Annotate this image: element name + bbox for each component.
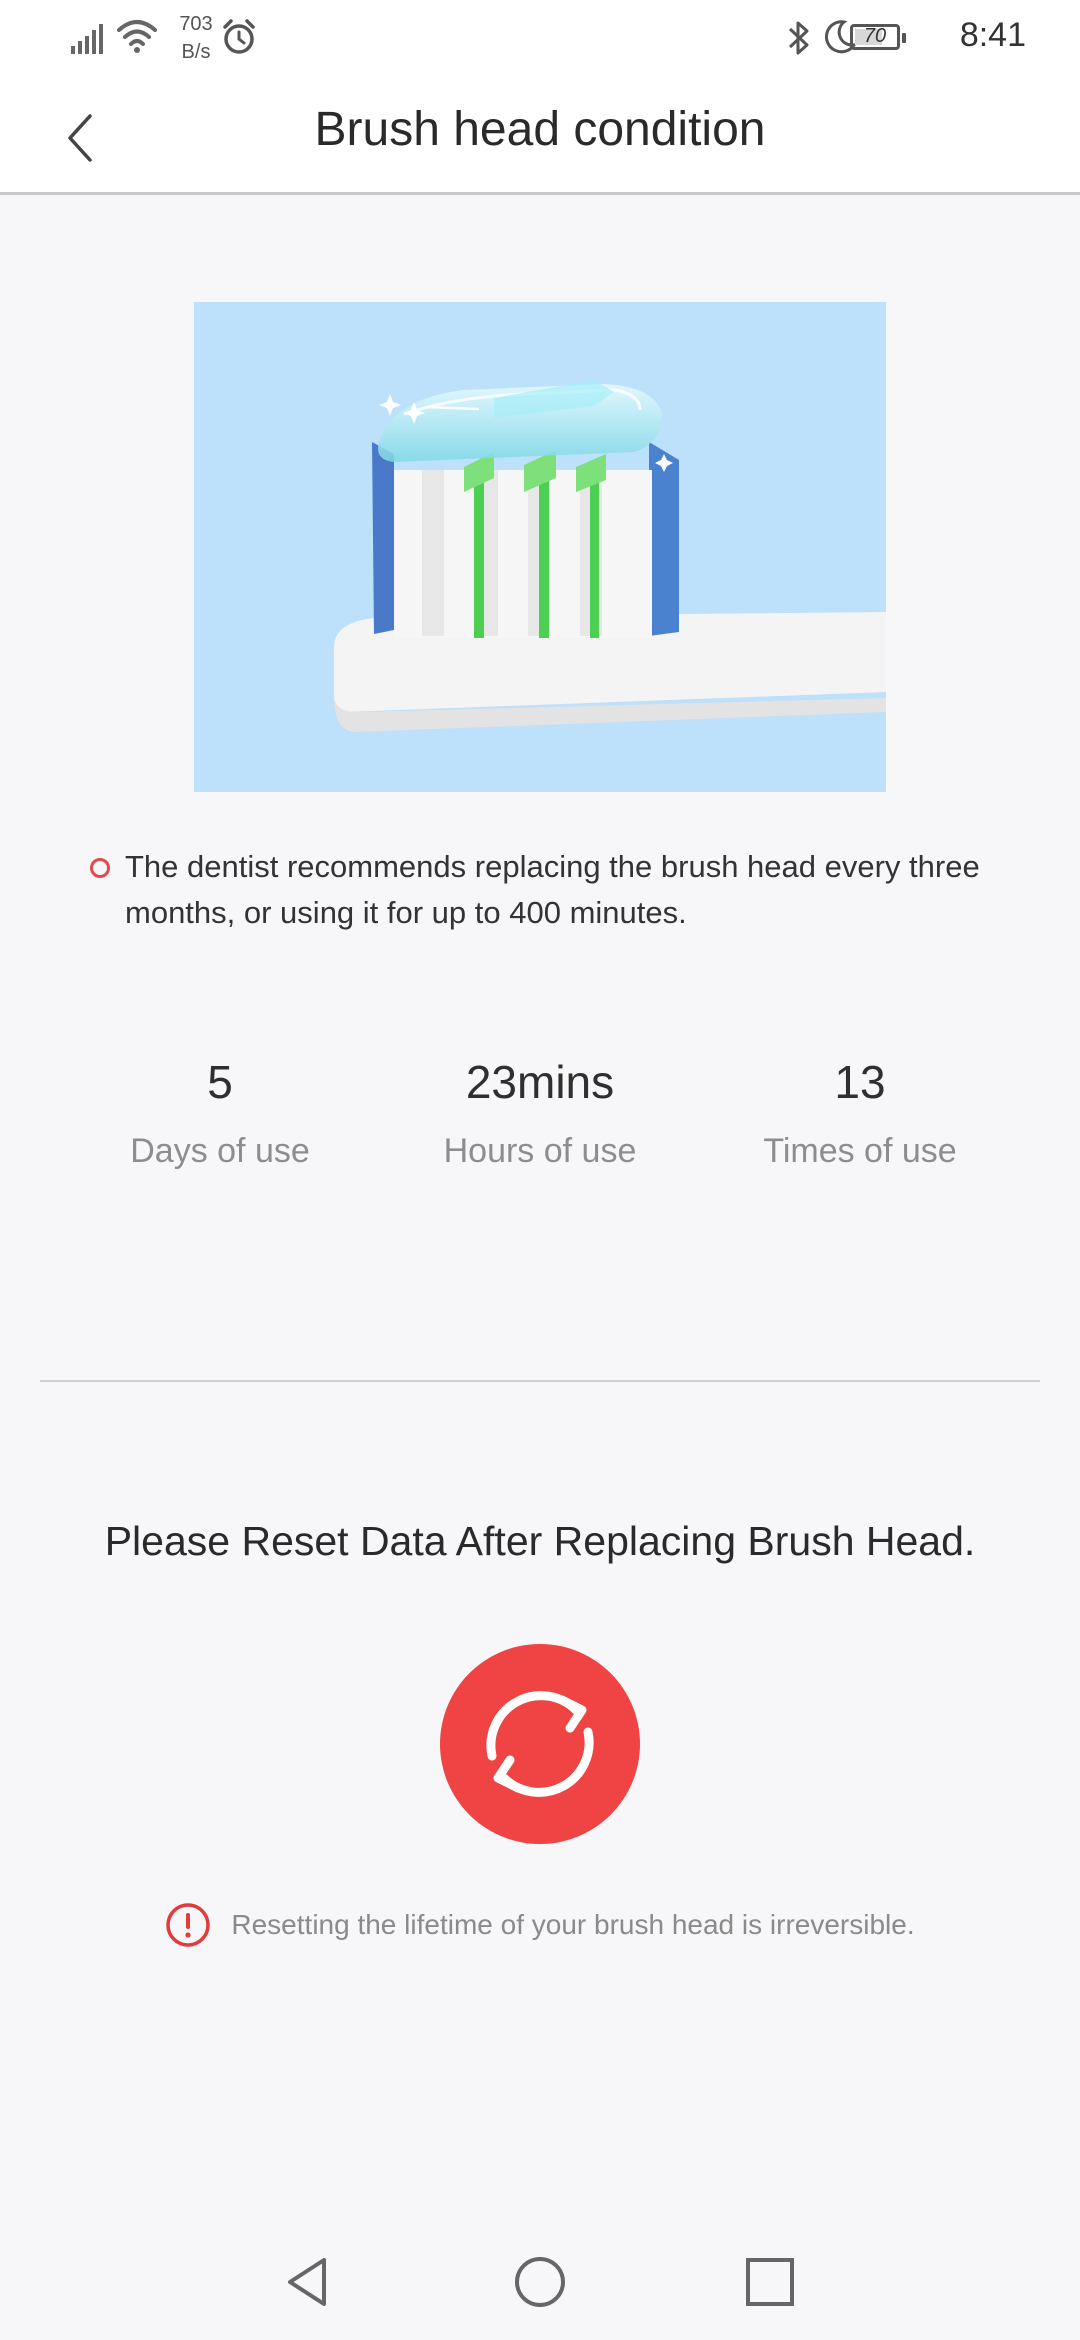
status-time: 8:41 [959, 16, 1026, 54]
app-header: Brush head condition [0, 80, 1080, 195]
page-title: Brush head condition [314, 103, 766, 156]
refresh-icon [486, 1691, 594, 1797]
network-speed-value: 703 [179, 13, 213, 35]
stat-hours-of-use: 23mins Hours of use [380, 1052, 700, 1172]
nav-recents-button[interactable] [738, 2250, 802, 2314]
triangle-back-icon [288, 2258, 326, 2306]
bullet-circle-icon [90, 858, 110, 878]
wifi-icon [117, 20, 157, 53]
stat-label: Days of use [130, 1132, 310, 1170]
square-recents-icon [746, 2258, 794, 2306]
toothbrush-image [334, 380, 886, 732]
warning-row: Resetting the lifetime of your brush hea… [165, 1902, 915, 1948]
usage-stats: 5 Days of use 23mins Hours of use 13 Tim… [0, 1052, 1080, 1202]
stat-label: Times of use [763, 1132, 957, 1170]
network-speed-unit: B/s [181, 41, 211, 63]
irreversible-warning: Resetting the lifetime of your brush hea… [0, 1902, 1080, 1952]
section-divider [40, 1380, 1040, 1382]
alarm-clock-icon [223, 19, 255, 54]
reset-instruction: Please Reset Data After Replacing Brush … [104, 1518, 976, 1564]
stat-value: 5 [207, 1056, 233, 1108]
reset-button[interactable] [440, 1644, 640, 1844]
stat-times-of-use: 13 Times of use [700, 1052, 1020, 1172]
network-speed: 703 B/s [166, 10, 226, 66]
stat-value: 13 [834, 1056, 886, 1108]
battery-level: 70 [863, 25, 887, 47]
nav-home-button[interactable] [508, 2250, 572, 2314]
recommendation-text: The dentist recommends replacing the bru… [125, 849, 980, 930]
exclamation-circle-icon [166, 1903, 211, 1947]
cellular-signal-icon [71, 24, 103, 54]
status-bar: 703 B/s 70 8:41 [0, 0, 1080, 80]
battery-icon: 70 [850, 24, 906, 50]
warning-text: Resetting the lifetime of your brush hea… [231, 1909, 915, 1940]
battery-cap [902, 33, 906, 43]
status-bar-right: 70 8:41 [786, 10, 1026, 70]
stat-value: 23mins [465, 1056, 615, 1108]
brush-head-illustration [194, 302, 886, 792]
stat-label: Hours of use [443, 1132, 637, 1170]
bluetooth-icon [788, 21, 809, 55]
system-navigation-bar [0, 2220, 1080, 2340]
stat-days-of-use: 5 Days of use [60, 1052, 380, 1172]
circle-home-icon [515, 2257, 565, 2307]
nav-back-button[interactable] [276, 2250, 340, 2314]
